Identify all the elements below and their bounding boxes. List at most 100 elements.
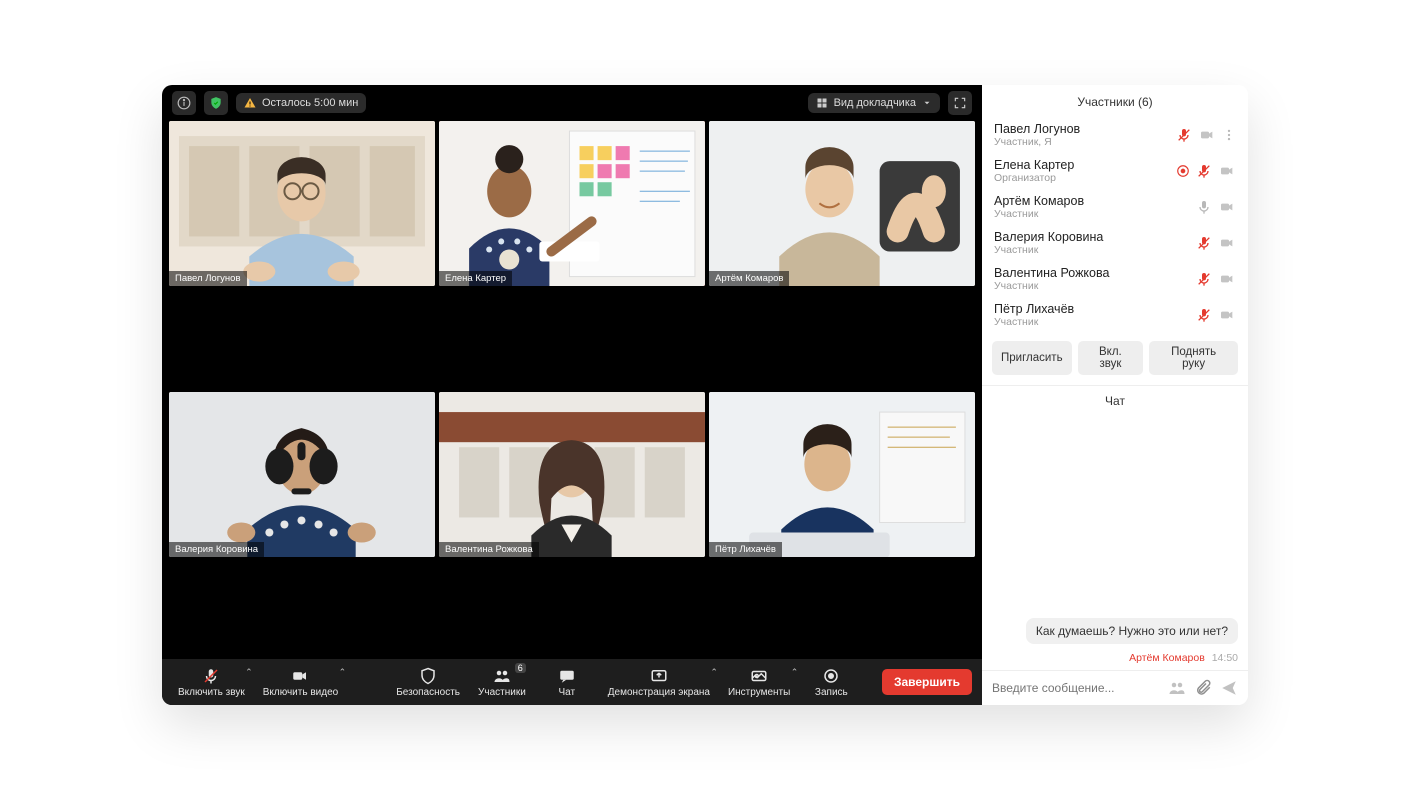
- record-icon: [822, 667, 840, 685]
- mic-status-icon: [1196, 163, 1212, 179]
- video-tile[interactable]: Павел Логунов: [169, 121, 435, 286]
- chat-icon: [558, 667, 576, 685]
- tile-name-label: Пётр Лихачёв: [709, 542, 782, 557]
- chevron-up-icon[interactable]: ⌃: [791, 667, 799, 678]
- mic-status-icon: [1196, 235, 1212, 251]
- recording-icon: [1176, 164, 1190, 178]
- mic-button[interactable]: Включить звук ⌃: [172, 665, 251, 700]
- participant-row[interactable]: Валентина Рожкова Участник: [982, 261, 1248, 297]
- participants-label: Участники: [478, 687, 526, 698]
- tile-name-label: Валерия Коровина: [169, 542, 264, 557]
- time-remaining-chip[interactable]: Осталось 5:00 мин: [236, 93, 366, 113]
- participant-meta: Артём Комаров Участник: [994, 194, 1190, 220]
- participant-video: [169, 392, 435, 557]
- participant-row[interactable]: Артём Комаров Участник: [982, 189, 1248, 225]
- mic-status-icon: [1176, 127, 1192, 143]
- video-tile[interactable]: Валерия Коровина: [169, 392, 435, 557]
- participant-video: [439, 392, 705, 557]
- view-mode-label: Вид докладчика: [834, 97, 916, 109]
- chat-message-meta: Артём Комаров 14:50: [1129, 652, 1238, 664]
- send-icon[interactable]: [1220, 679, 1238, 697]
- participant-name: Валерия Коровина: [994, 230, 1190, 244]
- people-icon: [493, 667, 511, 685]
- participant-role: Участник: [994, 244, 1190, 256]
- camera-status-icon: [1218, 235, 1236, 251]
- chat-title: Чат: [982, 388, 1248, 414]
- participant-role: Организатор: [994, 172, 1170, 184]
- participant-role: Участник: [994, 316, 1190, 328]
- participants-count-badge: 6: [515, 663, 526, 673]
- raise-hand-button[interactable]: Поднять руку: [1149, 341, 1238, 375]
- chat-button[interactable]: Чат: [538, 665, 596, 700]
- share-label: Демонстрация экрана: [608, 687, 710, 698]
- shield-icon[interactable]: [204, 91, 228, 115]
- chat-input[interactable]: [992, 681, 1160, 695]
- tools-label: Инструменты: [728, 687, 790, 698]
- grid-icon: [816, 97, 828, 109]
- camera-icon: [291, 667, 309, 685]
- share-icon: [650, 667, 668, 685]
- participant-role: Участник: [994, 208, 1190, 220]
- tile-name-label: Артём Комаров: [709, 271, 789, 286]
- mic-status-icon: [1196, 199, 1212, 215]
- participant-row[interactable]: Павел Логунов Участник, Я: [982, 117, 1248, 153]
- record-label: Запись: [815, 687, 848, 698]
- tools-button[interactable]: Инструменты ⌃: [722, 665, 796, 700]
- participant-row[interactable]: Елена Картер Организатор: [982, 153, 1248, 189]
- record-button[interactable]: Запись: [802, 665, 860, 700]
- share-screen-button[interactable]: Демонстрация экрана ⌃: [602, 665, 716, 700]
- video-grid: Павел Логунов: [162, 121, 982, 659]
- top-bar: Осталось 5:00 мин Вид докладчика: [162, 85, 982, 121]
- security-label: Безопасность: [396, 687, 460, 698]
- more-menu-icon[interactable]: [1222, 127, 1236, 143]
- tools-icon: [750, 667, 768, 685]
- info-icon[interactable]: [172, 91, 196, 115]
- meeting-panel: Осталось 5:00 мин Вид докладчика: [162, 85, 982, 705]
- chat-messages[interactable]: Как думаешь? Нужно это или нет? Артём Ко…: [982, 414, 1248, 670]
- end-meeting-button[interactable]: Завершить: [882, 669, 972, 695]
- security-button[interactable]: Безопасность: [390, 665, 466, 700]
- fullscreen-icon: [953, 96, 967, 110]
- participant-actions: Пригласить Вкл. звук Поднять руку: [982, 333, 1248, 383]
- chevron-down-icon: [922, 98, 932, 108]
- attach-icon[interactable]: [1194, 679, 1212, 697]
- view-mode-dropdown[interactable]: Вид докладчика: [808, 93, 940, 113]
- chat-message-author: Артём Комаров: [1129, 652, 1205, 664]
- bottom-toolbar: Включить звук ⌃ Включить видео ⌃ Безопас…: [162, 659, 982, 705]
- video-tile[interactable]: Артём Комаров: [709, 121, 975, 286]
- mic-label: Включить звук: [178, 687, 245, 698]
- video-tile[interactable]: Елена Картер: [439, 121, 705, 286]
- mention-icon[interactable]: [1168, 679, 1186, 697]
- participant-video: [709, 121, 975, 286]
- invite-button[interactable]: Пригласить: [992, 341, 1072, 375]
- participant-role: Участник: [994, 280, 1190, 292]
- participant-row[interactable]: Валерия Коровина Участник: [982, 225, 1248, 261]
- app-window: Осталось 5:00 мин Вид докладчика: [162, 85, 1248, 705]
- participant-name: Пётр Лихачёв: [994, 302, 1190, 316]
- chat-message-bubble: Как думаешь? Нужно это или нет?: [1026, 618, 1238, 644]
- participant-meta: Пётр Лихачёв Участник: [994, 302, 1190, 328]
- fullscreen-button[interactable]: [948, 91, 972, 115]
- unmute-button[interactable]: Вкл. звук: [1078, 341, 1144, 375]
- participants-title: Участники (6): [982, 85, 1248, 117]
- mic-icon: [202, 667, 220, 685]
- chevron-up-icon[interactable]: ⌃: [710, 667, 718, 678]
- participant-meta: Валерия Коровина Участник: [994, 230, 1190, 256]
- chevron-up-icon[interactable]: ⌃: [339, 667, 347, 678]
- tile-name-label: Валентина Рожкова: [439, 542, 539, 557]
- camera-status-icon: [1198, 127, 1216, 143]
- camera-button[interactable]: Включить видео ⌃: [257, 665, 345, 700]
- camera-status-icon: [1218, 271, 1236, 287]
- participant-role: Участник, Я: [994, 136, 1170, 148]
- shield-icon: [419, 667, 437, 685]
- chat-label: Чат: [558, 687, 575, 698]
- video-tile[interactable]: Валентина Рожкова: [439, 392, 705, 557]
- mic-status-icon: [1196, 307, 1212, 323]
- video-tile[interactable]: Пётр Лихачёв: [709, 392, 975, 557]
- chevron-up-icon[interactable]: ⌃: [245, 667, 253, 678]
- time-remaining-text: Осталось 5:00 мин: [262, 97, 358, 109]
- participants-button[interactable]: 6 Участники: [472, 665, 532, 700]
- participant-video: [439, 121, 705, 286]
- participant-row[interactable]: Пётр Лихачёв Участник: [982, 297, 1248, 333]
- mic-status-icon: [1196, 271, 1212, 287]
